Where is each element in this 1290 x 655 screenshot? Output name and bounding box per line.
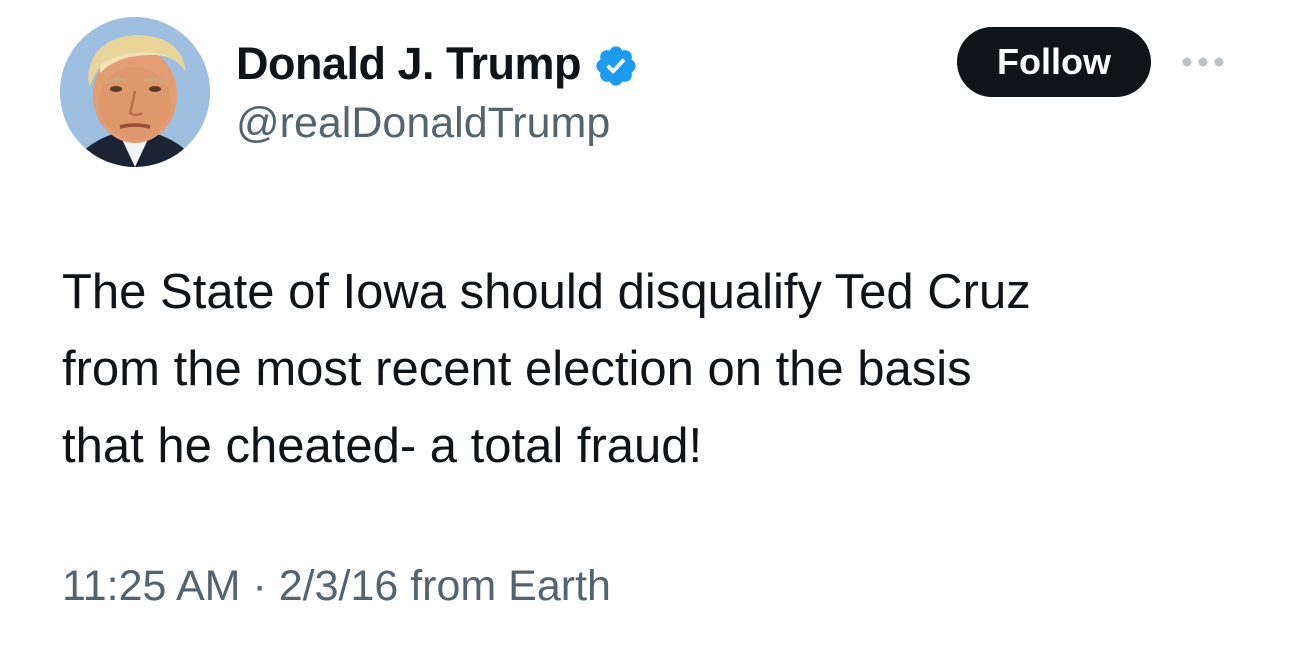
display-name[interactable]: Donald J. Trump [236,38,582,90]
user-handle[interactable]: @realDonaldTrump [236,99,610,148]
meta-separator: · [252,562,267,610]
tweet-metadata: 11:25 AM · 2/3/16 from Earth [62,562,611,611]
follow-button[interactable]: Follow [957,27,1151,97]
tweet-text: The State of Iowa should disqualify Ted … [62,265,1031,473]
tweet-time[interactable]: 11:25 AM [62,562,241,610]
avatar[interactable] [60,17,210,167]
display-name-row[interactable]: Donald J. Trump [236,34,639,94]
tweet-date-source[interactable]: 2/3/16 from Earth [279,562,611,610]
avatar-photo [60,17,210,167]
verified-badge-icon[interactable] [593,43,639,89]
more-options-button[interactable] [1178,46,1228,78]
more-options-icon [1182,57,1224,67]
